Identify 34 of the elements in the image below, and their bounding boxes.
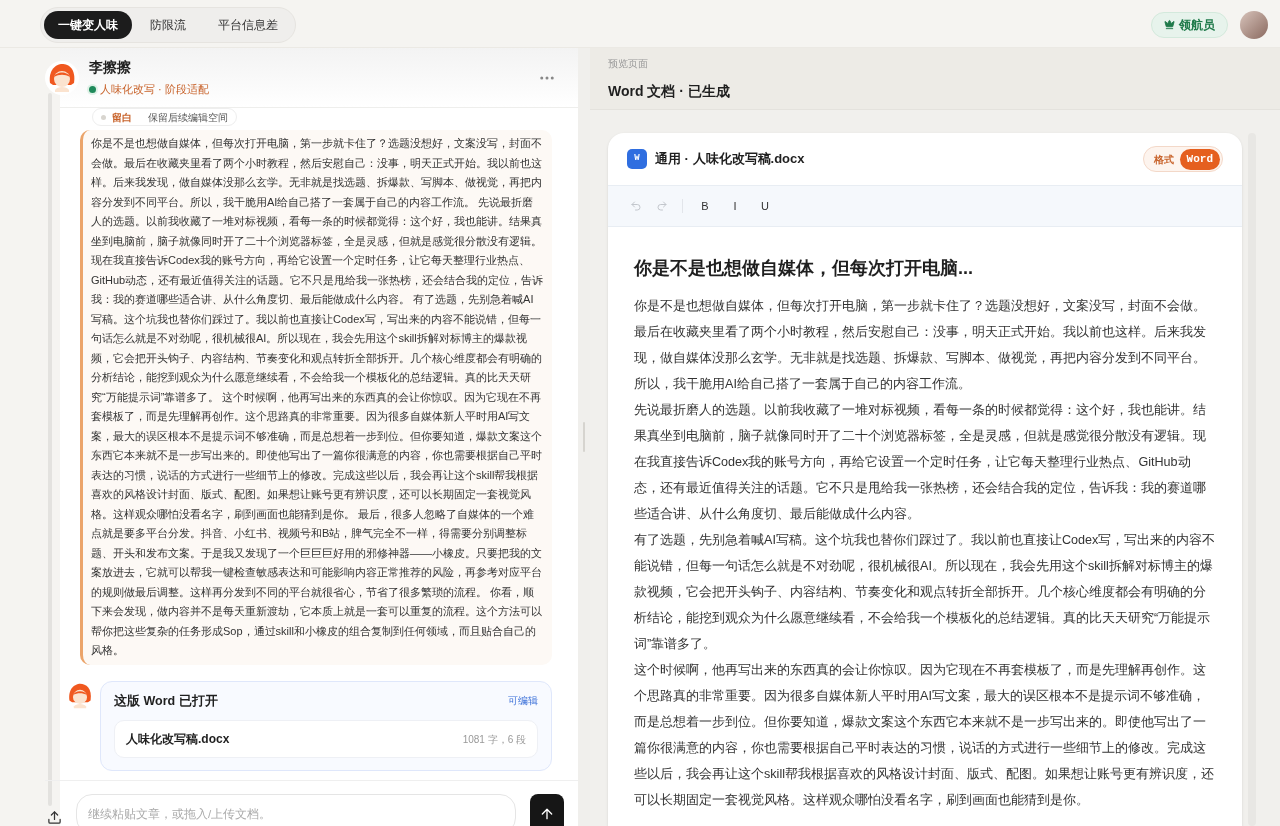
- tab[interactable]: 一键变人味: [44, 10, 132, 39]
- format-button[interactable]: I: [727, 197, 743, 215]
- format-option[interactable]: Word: [1179, 148, 1220, 170]
- document-filename: 通用 · 人味化改写稿.docx: [655, 150, 805, 169]
- edit-link[interactable]: 可编辑: [508, 693, 538, 709]
- user-avatar[interactable]: [1240, 10, 1268, 39]
- card-title: 这版 Word 已打开: [114, 692, 218, 710]
- send-button[interactable]: [530, 794, 564, 826]
- crown-icon: [1164, 19, 1175, 30]
- upload-icon[interactable]: [47, 810, 62, 825]
- tab[interactable]: 平台信息差: [204, 10, 292, 39]
- format-button[interactable]: U: [757, 197, 773, 215]
- chip-label: 留白: [112, 110, 132, 125]
- format-button[interactable]: B: [697, 197, 713, 215]
- format-label: 格式: [1153, 152, 1174, 167]
- member-badge[interactable]: 领航员: [1151, 11, 1228, 38]
- file-row[interactable]: 人味化改写稿.docx 1081 字，6 段: [114, 720, 538, 759]
- message-text: 你是不是也想做自媒体，但每次打开电脑，第一步就卡住了？选题没想好，文案没写，封面不会做。最后在收藏夹里看了两个小时教程，然后安慰自己：没事，明天正式开始。我以前也这样。后来我发现，做自媒体没那么玄学。无非就是找选题、拆爆款、写脚本、做视觉，再把内容分发到不同平台。所以，我干脆用AI给自己搭了一套属于自己的内容工作流。 先说最折磨人的选题。以前我收藏了一堆对标视频，看每一条的时候都觉得：这个好，我也能讲。结果真坐到电脑前，脑子就像同时开了二十个浏览器标签，全是灵感，但就是感觉很分散没有逻辑。现在我直接告诉Codex我的账号方向，再给它设置一个定时任务，让它每天整理行业热点、GitHub动态，还有最近值得关注的话题。它不只是甩给我一张热榜，还会结合我的定位，告诉我：我的赛道哪些适合讲、从什么角度切、最后能做成什么内容。 有了选题，先别急着喊AI写稿。这个坑我也替你们踩过了。我以前也直接让Codex写，写出来的内容不能说错，但每一句话怎么就是不对劲呢，很机械很AI。所以现在，我会先用这个skill拆解对标博主的爆款视频，它会把开头钩子、内容结构、节奏变化和观点转折全部拆开。几个核心维度都会有明确的分析结论，能挖到观众为什么愿意继续看，不会给我一个模板化的总结逻辑。真的比天天研究“万能提示词”靠谱多了。 这个时候啊，他再写出来的东西真的会让你惊叹。因为它现在不再套模板了，而是先理解再创作。这个思路真的非常重要。因为很多自媒体新人平时用AI写文案，最大的误区根本不是提示词不够准确，而是总想着一步到位。但你要知道，爆款文案这个东西它本来就不是一步写出来的。即使他写出了一篇你很满意的内容，你也需要根据自己平时表达的习惯，说话的方式进行一些细节上的修改。完成这些以后，我会再让这个skill帮我根据喜欢的风格设计封面、版式、配图。如果想让账号更有辨识度，还可以长期固定一套视觉风格。这样观众哪怕没看名字，刷到画面也能猜到是你。 最后，很多人忽略了自媒体的一个难点就是要多平台分发。抖音、小红书、视频号和B站，脾气完全不一样，得需要分别调整标题、开头和发布文案。于是我又发现了一个巨巨巨好用的邪修神器——小橡皮。只要把我的文案放进去，它就可以帮我一键检查敏感表达和可能影响内容正常推荐的风险，再参考对应平台的规则做最后调整。这样再分发到不同的平台就很省心，节省了很多繁琐的流程。 你看，顺下来会发现，做内容并不是每天重新渡劫，它本质上就是一套可以重复的流程。这个方法可以帮你把这些复杂的任务形成Sop，通过skill和小橡皮的组合复制到任何领域，而且贴合自己的风格。: [91, 136, 544, 658]
- chip-text: 保留后续编辑空间: [148, 110, 228, 125]
- file-name: 人味化改写稿.docx: [126, 731, 230, 749]
- message-input[interactable]: 继续粘贴文章，或拖入/上传文档。: [76, 794, 516, 826]
- document-paragraph: 这个时候啊，他再写出来的东西真的会让你惊叹。因为它现在不再套模板了，而是先理解再创作。这个思路真的非常重要。因为很多自媒体新人平时用AI写文案，最大的误区根本不是提示词不够准确，而是总想着一步到位。但你要知道，爆款文案这个东西它本来就不是一步写出来的。即使他写出了一篇你很满意的内容，你也需要根据自己平时表达的习惯，说话的方式进行一些细节上的修改。完成这些以后，我会再让这个skill帮我根据喜欢的风格设计封面、版式、配图。如果想让账号更有辨识度，还可以长期固定一套视觉风格。这样观众哪怕没看名字，刷到画面也能猜到是你。: [634, 662, 1215, 809]
- contact-name: 李擦擦: [89, 58, 132, 78]
- document-heading: 你是不是也想做自媒体，但每次打开电脑...: [634, 257, 974, 280]
- document-paragraph: 有了选题，先别急着喊AI写稿。这个坑我也替你们踩过了。我以前也直接让Codex写，写出来的内容不能说错，但每一句话怎么就是不对劲呢，很机械很AI。所以现在，我会先用这个skill拆解对标博主的爆款视频，它会把开头钩子、内容结构、节奏变化和观点转折全部拆开。几个核心维度都会有明确的分析结论，能挖到观众为什么愿意继续看，不会给我一个模板化的总结逻辑。真的比天天研究“万能提示词”靠谱多了。: [634, 532, 1216, 653]
- word-file-icon: W: [627, 149, 647, 169]
- preview-title: Word 文档 · 已生成: [608, 82, 731, 102]
- file-meta: 1081 字，6 段: [462, 732, 526, 747]
- status-text: 人味化改写 · 阶段适配: [100, 82, 209, 98]
- avatar: [45, 60, 79, 95]
- tab[interactable]: 防限流: [136, 10, 200, 39]
- document-paragraph: 你是不是也想做自媒体，但每次打开电脑，第一步就卡住了？选题没想好，文案没写，封面不会做。最后在收藏夹里看了两个小时教程，然后安慰自己：没事，明天正式开始。我以前也这样。后来我发现，做自媒体没那么玄学。无非就是找选题、拆爆款、写脚本、做视觉，再把内容分发到不同平台。所以，我干脆用AI给自己搭了一套属于自己的内容工作流。: [634, 298, 1207, 393]
- eyebrow-label: 预览页面: [608, 57, 649, 71]
- document-paragraph: 先说最折磨人的选题。以前我收藏了一堆对标视频，看每一条的时候都觉得：这个好，我也能讲。结果真坐到电脑前，脑子就像同时开了二十个浏览器标签，全是灵感，但就是感觉很分散没有逻辑。现在我直接告诉Codex我的账号方向，再给它设置一个定时任务，让它每天整理行业热点、GitHub动态，还有最近值得关注的话题。它不只是甩给我一张热榜，还会结合我的定位，告诉我：我的赛道哪些适合讲、从什么角度切、最后能做成什么内容。: [634, 402, 1207, 523]
